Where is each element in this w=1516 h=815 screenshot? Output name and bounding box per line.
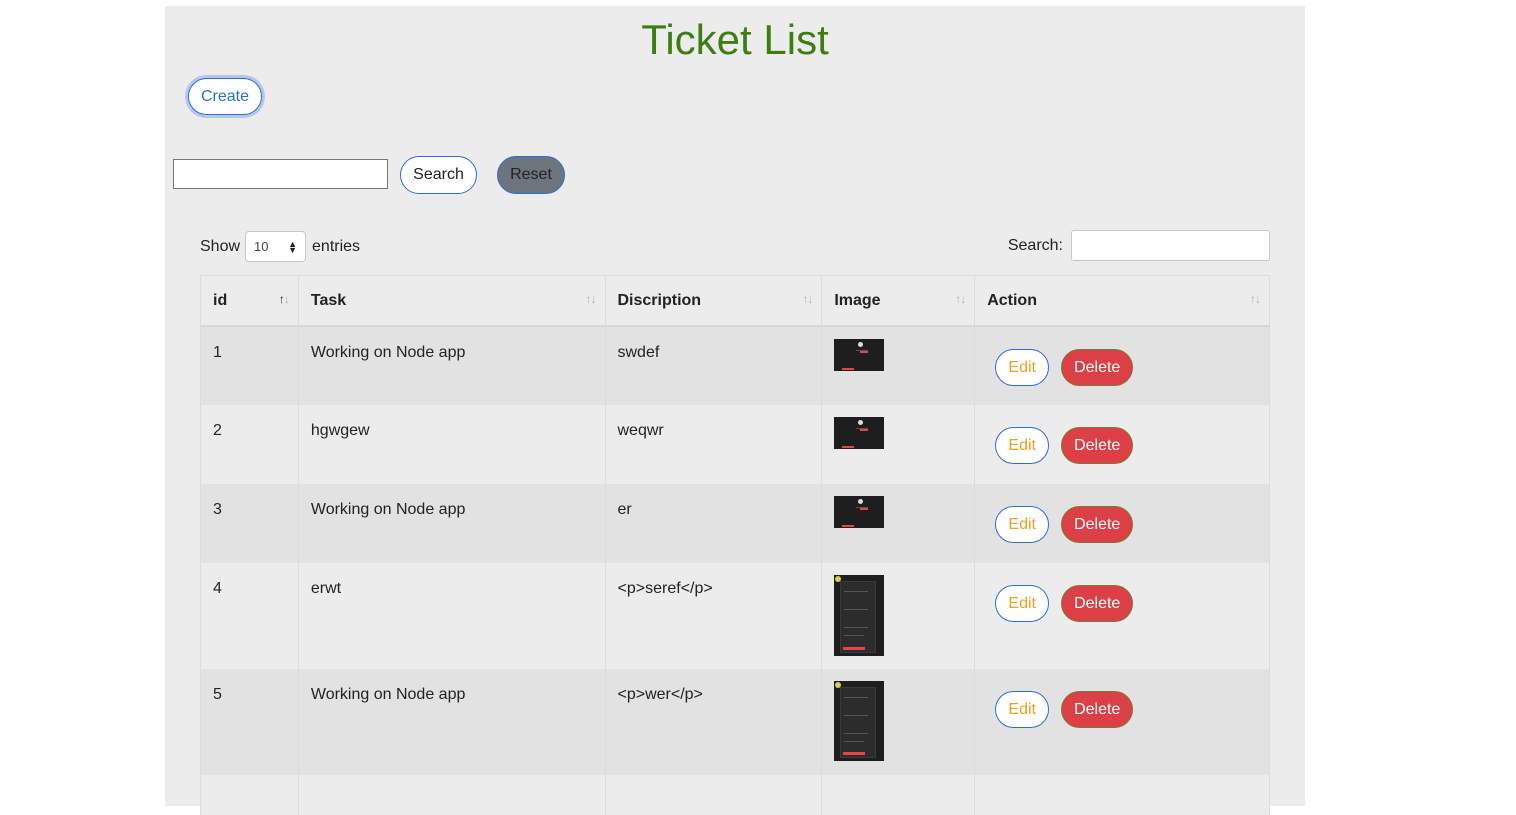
table-search-label: Search:: [1007, 236, 1063, 254]
edit-button[interactable]: Edit: [995, 506, 1050, 543]
cell-actions: Edit Delete: [974, 326, 1270, 405]
table-row: 4 erwt <p>seref</p> Edit Delete: [200, 563, 1270, 669]
table-row: 5 Working on Node app <p>wer</p> Edit De…: [200, 669, 1270, 775]
delete-button[interactable]: Delete: [1061, 585, 1134, 622]
table-row: 2 hgwgew weqwr Edit Delete: [200, 405, 1270, 484]
cell-id: 1: [200, 326, 299, 405]
table-row: 1 Working on Node app swdef Edit Delete: [200, 326, 1270, 405]
filter-input[interactable]: [173, 159, 388, 189]
cell-image: [821, 484, 976, 563]
select-arrows-icon: ▲ ▼: [288, 238, 298, 255]
sort-arrows-icon: ↑↓: [955, 292, 966, 306]
entries-select[interactable]: 10 ▲ ▼: [245, 231, 307, 262]
column-header-task[interactable]: Task ↑↓: [297, 275, 606, 327]
cell-task: Working on Node app: [297, 669, 606, 775]
sort-arrows-icon: ↑↓: [802, 292, 813, 306]
cell-task: erwt: [297, 563, 606, 669]
cell-image: [821, 405, 976, 484]
table-header-row: id ↑↓ Task ↑↓ Discription ↑↓ Image ↑↓ Action…: [200, 275, 1270, 327]
cell-actions: Edit Delete: [974, 484, 1270, 563]
cell-id: 2: [200, 405, 299, 484]
column-header-description[interactable]: Discription ↑↓: [604, 275, 823, 327]
cell-actions: Edit Delete: [974, 669, 1270, 775]
delete-button[interactable]: Delete: [1061, 349, 1134, 386]
cell-description: <p>wer</p>: [604, 669, 823, 775]
delete-button[interactable]: Delete: [1061, 506, 1134, 543]
cell-description: er: [604, 484, 823, 563]
cell-description: swdef: [604, 326, 823, 405]
sort-arrows-icon: ↑↓: [1250, 292, 1261, 306]
delete-button[interactable]: Delete: [1061, 427, 1134, 464]
edit-button[interactable]: Edit: [995, 427, 1050, 464]
page-length-control: Show 10 ▲ ▼ entries: [200, 231, 360, 262]
show-label: Show: [200, 237, 241, 255]
table-search-input[interactable]: [1071, 230, 1270, 261]
search-button[interactable]: Search: [400, 156, 477, 194]
column-header-label: Task: [310, 291, 347, 309]
screenshot-thumbnail: [834, 339, 885, 371]
create-button[interactable]: Create: [188, 78, 262, 115]
screenshot-thumbnail: [834, 417, 885, 449]
cell-id: 3: [200, 484, 299, 563]
entries-value: 10: [254, 239, 269, 254]
cell-image: [821, 563, 976, 669]
ticket-table: id ↑↓ Task ↑↓ Discription ↑↓ Image ↑↓ Action…: [200, 275, 1270, 815]
edit-button[interactable]: Edit: [995, 585, 1050, 622]
cell-task: hgwgew: [297, 405, 606, 484]
screenshot-thumbnail: [834, 575, 885, 656]
cell-id: 5: [200, 669, 299, 775]
column-header-label: Image: [834, 291, 881, 309]
cell-actions: Edit Delete: [974, 405, 1270, 484]
column-header-id[interactable]: id ↑↓: [200, 275, 299, 327]
table-search: Search:: [1008, 230, 1270, 261]
cell-task: Working on Node app: [297, 326, 606, 405]
delete-button[interactable]: Delete: [1061, 691, 1134, 728]
column-header-action[interactable]: Action ↑↓: [974, 275, 1270, 327]
column-header-image[interactable]: Image ↑↓: [821, 275, 976, 327]
cell-image: [821, 669, 976, 775]
reset-button[interactable]: Reset: [497, 156, 565, 194]
column-header-label: id: [213, 291, 228, 309]
screenshot-thumbnail: [834, 496, 885, 528]
cell-description: <p>seref</p>: [604, 563, 823, 669]
edit-button[interactable]: Edit: [995, 349, 1050, 386]
sort-arrows-icon: ↑↓: [278, 292, 290, 306]
table-row: 3 Working on Node app er Edit Delete: [200, 484, 1270, 563]
cell-task: Working on Node app: [297, 484, 606, 563]
column-header-label: Action: [987, 291, 1037, 309]
edit-button[interactable]: Edit: [995, 691, 1050, 728]
cell-id: 4: [200, 563, 299, 669]
entries-label: entries: [312, 237, 361, 255]
sort-arrows-icon: ↑↓: [585, 292, 597, 306]
page-title: Ticket List: [641, 16, 829, 63]
column-header-label: Discription: [617, 291, 702, 309]
screenshot-thumbnail: [834, 681, 885, 761]
cell-image: [821, 326, 976, 405]
cell-description: weqwr: [604, 405, 823, 484]
cell-actions: Edit Delete: [974, 563, 1270, 669]
table-row: [200, 775, 1270, 815]
ticket-panel: Ticket List Create Search Reset Show 10 …: [165, 6, 1305, 815]
